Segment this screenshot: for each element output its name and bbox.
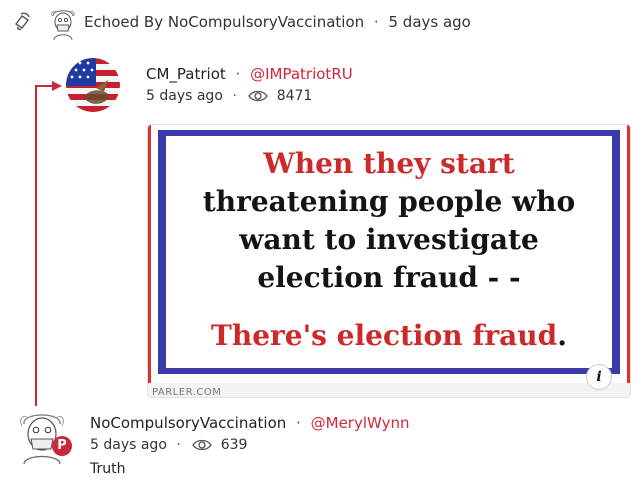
meme-line-1: When they start: [263, 147, 515, 180]
echo-icon[interactable]: [12, 10, 34, 32]
echo-label[interactable]: Echoed By NoCompulsoryVaccination: [84, 13, 364, 31]
echo-time: 5 days ago: [388, 13, 471, 31]
meme-border-left: [148, 125, 151, 383]
meme-line-2: threatening people who: [202, 185, 576, 218]
meme-text: When they start threatening people who w…: [166, 145, 612, 355]
echoer-avatar[interactable]: [48, 6, 78, 40]
separator: ·: [373, 13, 379, 31]
author-line: NoCompulsoryVaccination · @MerylWynn: [90, 414, 409, 432]
echo-header: Echoed By NoCompulsoryVaccination · 5 da…: [0, 0, 639, 46]
card-domain[interactable]: PARLER.COM: [148, 383, 630, 397]
post-time: 5 days ago: [146, 88, 223, 104]
meme-line-3: want to investigate: [239, 223, 539, 256]
author-name[interactable]: NoCompulsoryVaccination: [90, 414, 286, 432]
author-line: CM_Patriot · @IMPatriotRU: [146, 65, 353, 83]
author-handle[interactable]: @IMPatriotRU: [250, 65, 353, 83]
echo-label-line: Echoed By NoCompulsoryVaccination · 5 da…: [84, 13, 471, 31]
avatar[interactable]: [66, 58, 120, 112]
meme-line-5-text: There's election fraud: [211, 319, 558, 352]
meme-image[interactable]: When they start threatening people who w…: [148, 125, 630, 383]
view-count: 8471: [276, 88, 313, 104]
info-icon[interactable]: i: [586, 364, 612, 390]
meme-line-5: There's election fraud.: [166, 317, 612, 355]
meme-line-4: election fraud - -: [257, 261, 521, 294]
post-meta: 5 days ago · 639: [90, 437, 247, 453]
link-preview-card[interactable]: When they start threatening people who w…: [147, 124, 631, 398]
separator: ·: [232, 88, 237, 104]
view-count: 639: [220, 437, 248, 453]
parler-badge-icon: P: [52, 436, 72, 456]
post-time: 5 days ago: [90, 437, 167, 453]
eye-icon: [248, 90, 269, 102]
meme-border-right: [627, 125, 630, 383]
meme-line-5-period: .: [557, 319, 567, 352]
eye-icon: [192, 439, 213, 451]
separator: ·: [235, 65, 241, 83]
arrow-icon: [52, 81, 62, 91]
separator: ·: [296, 414, 301, 432]
post-body: Truth: [90, 461, 126, 477]
separator: ·: [176, 437, 181, 453]
author-handle[interactable]: @MerylWynn: [311, 414, 410, 432]
post-meta: 5 days ago · 8471: [146, 88, 312, 104]
author-name[interactable]: CM_Patriot: [146, 65, 226, 83]
